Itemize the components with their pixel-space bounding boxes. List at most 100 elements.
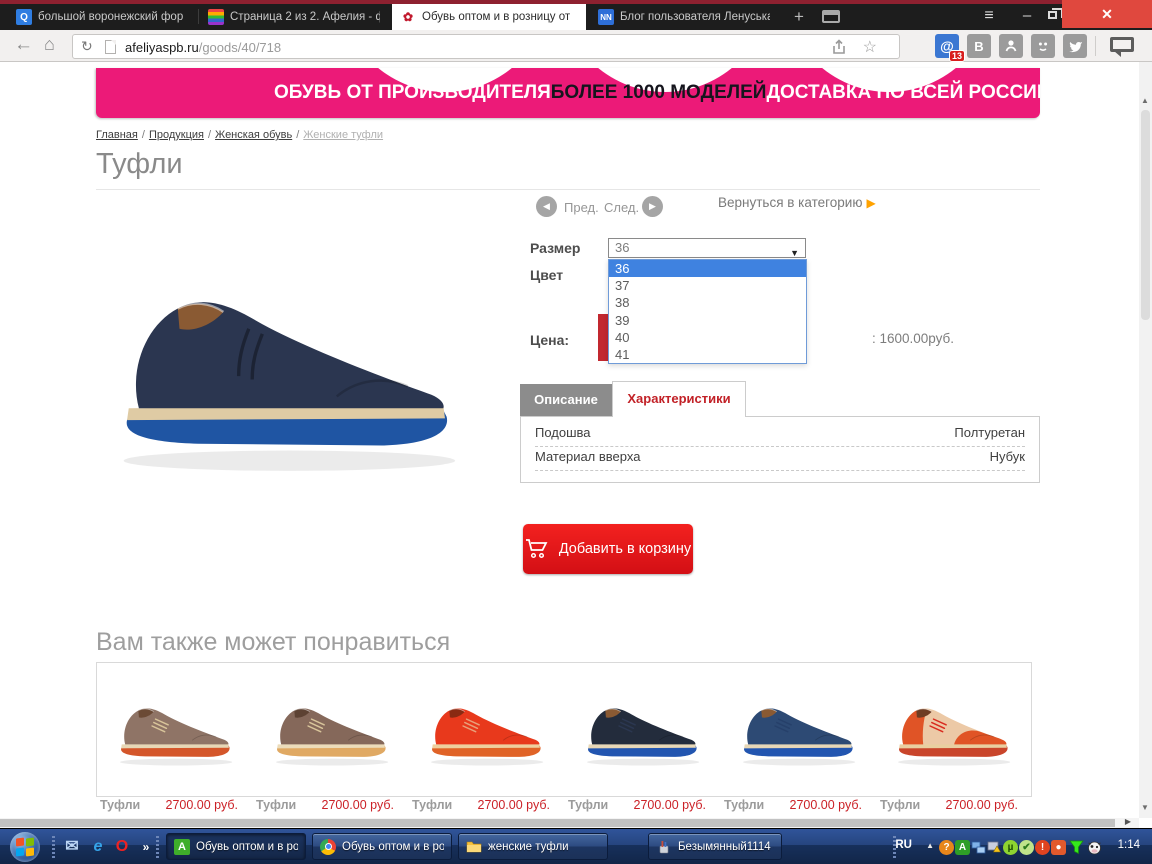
back-to-category-link[interactable]: Вернуться в категорию▶ bbox=[718, 195, 876, 210]
more-chevron-icon[interactable]: » bbox=[136, 837, 156, 857]
product-name-link[interactable]: Туфли bbox=[724, 798, 764, 812]
size-select[interactable]: 36 ▼ bbox=[608, 238, 806, 258]
tab-separator bbox=[198, 9, 199, 24]
page-favicon bbox=[105, 40, 116, 54]
recommended-product[interactable] bbox=[720, 663, 876, 796]
tray-expand-icon[interactable]: ▲ bbox=[926, 841, 934, 850]
tray-warning-icon[interactable] bbox=[987, 840, 1002, 855]
recommended-product[interactable] bbox=[564, 663, 720, 796]
tray-antivirus-icon[interactable]: A bbox=[955, 840, 970, 855]
chat-bubble-icon[interactable] bbox=[1110, 37, 1134, 52]
url-text[interactable]: afeliyaspb.ru/goods/40/718 bbox=[125, 40, 281, 55]
breadcrumb-home[interactable]: Главная bbox=[96, 129, 138, 141]
scroll-up-icon[interactable]: ▲ bbox=[1141, 96, 1149, 105]
promo-banner[interactable]: ОБУВЬ ОТ ПРОИЗВОДИТЕЛЯ БОЛЕЕ 1000 МОДЕЛЕ… bbox=[96, 68, 1040, 118]
add-to-cart-button[interactable]: Добавить в корзину bbox=[523, 524, 693, 574]
menu-icon[interactable]: ≡ bbox=[972, 4, 1006, 28]
size-option[interactable]: 37 bbox=[609, 277, 806, 294]
internet-explorer-icon[interactable]: e bbox=[88, 837, 108, 857]
product-name-link[interactable]: Туфли bbox=[880, 798, 920, 812]
share-icon[interactable] bbox=[831, 39, 847, 55]
browser-tab-active[interactable]: ✿ Обувь оптом и в розницу от bbox=[392, 4, 586, 30]
price-value: : 1600.00руб. bbox=[872, 331, 954, 346]
twitter-bird-icon bbox=[1068, 40, 1083, 53]
close-button[interactable]: ✕ bbox=[1062, 0, 1152, 28]
tab-description[interactable]: Описание bbox=[520, 384, 612, 416]
product-price: 2700.00 руб. bbox=[634, 798, 707, 812]
browser-tab-4[interactable]: NN Блог пользователя Ленуська bbox=[590, 4, 778, 30]
tray-cow-icon[interactable] bbox=[1087, 840, 1102, 855]
banner-item-3: ДОСТАВКА ПО ВСЕЙ РОССИИ bbox=[766, 82, 1040, 104]
vertical-scrollbar[interactable]: ▲ ▼ bbox=[1139, 62, 1152, 818]
size-option[interactable]: 40 bbox=[609, 329, 806, 346]
taskbar-clock[interactable]: 1:14 bbox=[1118, 839, 1140, 851]
tray-network-icon[interactable] bbox=[971, 840, 986, 855]
taskbar-window-3[interactable]: женские туфли bbox=[458, 833, 608, 860]
breadcrumb: Главная/Продукция/Женская обувь/Женские … bbox=[96, 129, 383, 141]
reload-icon[interactable]: ↻ bbox=[81, 38, 93, 55]
taskbar-window-1[interactable]: A Обувь оптом и в ро... bbox=[166, 833, 306, 860]
mail-badge: 13 bbox=[949, 50, 965, 62]
new-tab-button[interactable]: + bbox=[786, 6, 812, 28]
specs-panel: Подошва Полтуретан Материал вверха Нубук bbox=[520, 416, 1040, 483]
mail-extension-icon[interactable]: @13 bbox=[935, 34, 959, 58]
utorrent-icon[interactable]: µ bbox=[1003, 840, 1018, 855]
bookmark-star-icon[interactable]: ☆ bbox=[863, 37, 877, 57]
tab-groups-icon[interactable] bbox=[822, 10, 840, 23]
start-button[interactable] bbox=[10, 832, 40, 862]
tray-funnel-icon[interactable] bbox=[1069, 840, 1084, 855]
breadcrumb-women-shoes[interactable]: Женская обувь bbox=[215, 129, 292, 141]
spec-value: Полтуретан bbox=[954, 423, 1025, 446]
vk-extension-icon[interactable]: B bbox=[967, 34, 991, 58]
next-arrow-icon[interactable]: ▶ bbox=[642, 196, 663, 217]
browser-tab-1[interactable]: Q большой воронежский фор bbox=[8, 4, 196, 30]
home-icon[interactable]: ⌂ bbox=[44, 34, 55, 55]
taskbar-window-2[interactable]: Обувь оптом и в ро... bbox=[312, 833, 452, 860]
twitter-extension-icon[interactable] bbox=[1063, 34, 1087, 58]
tab-characteristics[interactable]: Характеристики bbox=[612, 381, 746, 417]
ok-person-icon bbox=[1004, 39, 1018, 53]
horizontal-scrollbar[interactable]: ▶ bbox=[0, 818, 1139, 828]
tray-check-icon[interactable]: ✔ bbox=[1019, 840, 1034, 855]
horizontal-scroll-thumb[interactable] bbox=[0, 819, 1115, 827]
tray-question-icon[interactable]: ? bbox=[939, 840, 954, 855]
language-indicator[interactable]: RU bbox=[895, 839, 912, 851]
taskbar-window-4[interactable]: Безымянный1114 - ... bbox=[648, 833, 782, 860]
size-option[interactable]: 41 bbox=[609, 346, 806, 363]
smiley-extension-icon[interactable] bbox=[1031, 34, 1055, 58]
color-label: Цвет bbox=[530, 267, 563, 283]
product-thumbnail bbox=[268, 690, 394, 770]
size-option[interactable]: 38 bbox=[609, 294, 806, 311]
nn-favicon: NN bbox=[598, 9, 614, 25]
next-label[interactable]: След. bbox=[604, 200, 639, 215]
prev-label[interactable]: Пред. bbox=[564, 200, 599, 215]
breadcrumb-products[interactable]: Продукция bbox=[149, 129, 204, 141]
tray-record-icon[interactable]: ● bbox=[1051, 840, 1066, 855]
back-icon[interactable]: ← bbox=[14, 34, 33, 56]
browser-tab-2[interactable]: Страница 2 из 2. Афелия - ф bbox=[200, 4, 388, 30]
size-option[interactable]: 39 bbox=[609, 312, 806, 329]
ok-extension-icon[interactable] bbox=[999, 34, 1023, 58]
mail-launcher-icon[interactable]: ✉ bbox=[62, 837, 82, 857]
restore-icon bbox=[1048, 11, 1057, 19]
recommended-product[interactable] bbox=[253, 663, 409, 796]
address-bar[interactable]: ↻ afeliyaspb.ru/goods/40/718 ☆ bbox=[72, 34, 900, 59]
recommended-product[interactable] bbox=[408, 663, 564, 796]
product-name-link[interactable]: Туфли bbox=[256, 798, 296, 812]
opera-icon[interactable]: O bbox=[112, 837, 132, 857]
breadcrumb-current[interactable]: Женские туфли bbox=[303, 129, 383, 141]
prev-arrow-icon[interactable]: ◀ bbox=[536, 196, 557, 217]
vertical-scroll-thumb[interactable] bbox=[1141, 110, 1150, 320]
folder-icon bbox=[466, 839, 482, 855]
product-name-link[interactable]: Туфли bbox=[568, 798, 608, 812]
recommended-product[interactable] bbox=[875, 663, 1031, 796]
product-name-link[interactable]: Туфли bbox=[412, 798, 452, 812]
scroll-right-icon[interactable]: ▶ bbox=[1125, 817, 1131, 826]
spec-name: Материал вверха bbox=[535, 447, 640, 470]
size-option[interactable]: 36 bbox=[609, 260, 806, 277]
tray-alert-icon[interactable]: ! bbox=[1035, 840, 1050, 855]
recommended-product[interactable] bbox=[97, 663, 253, 796]
scroll-down-icon[interactable]: ▼ bbox=[1141, 803, 1149, 812]
product-name-link[interactable]: Туфли bbox=[100, 798, 140, 812]
product-price: 2700.00 руб. bbox=[478, 798, 551, 812]
